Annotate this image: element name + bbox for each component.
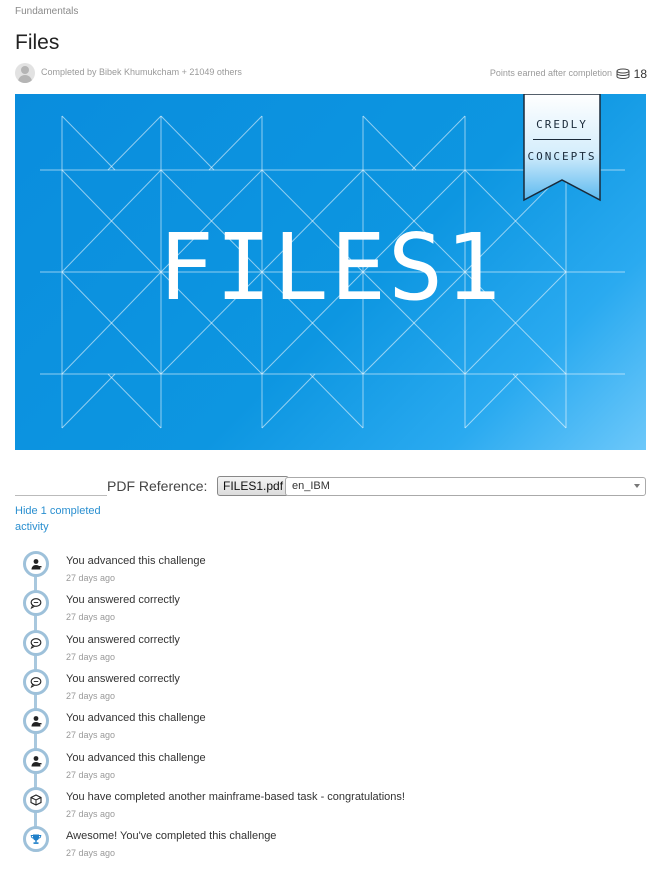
ribbon-divider: [533, 139, 591, 140]
timeline-node: [23, 668, 49, 695]
page-title: Files: [15, 31, 60, 54]
activity-item: You advanced this challenge 27 days ago: [20, 706, 640, 742]
activity-text: You have completed another mainframe-bas…: [66, 790, 405, 803]
activity-text: You answered correctly: [66, 633, 180, 646]
timeline-node: [23, 590, 49, 617]
activity-text: You answered correctly: [66, 594, 180, 607]
timeline-node: [23, 747, 49, 774]
activity-text: You advanced this challenge: [66, 751, 206, 764]
activity-text: Awesome! You've completed this challenge: [66, 830, 277, 843]
activity-text: You advanced this challenge: [66, 712, 206, 725]
activity-time: 27 days ago: [66, 690, 116, 701]
activity-time: 27 days ago: [66, 651, 116, 662]
activity-item: You answered correctly 27 days ago: [20, 628, 640, 664]
activity-time: 27 days ago: [66, 808, 116, 819]
activity-item: Awesome! You've completed this challenge…: [20, 824, 640, 860]
activity-text: You answered correctly: [66, 672, 180, 685]
ribbon-credly-text: CREDLY: [536, 118, 588, 131]
pdf-reference-label: PDF Reference:: [107, 478, 208, 494]
language-select[interactable]: en_IBM: [285, 477, 646, 496]
activity-item: You answered correctly 27 days ago: [20, 588, 640, 624]
breadcrumb[interactable]: Fundamentals: [15, 6, 78, 17]
timeline-node: [23, 826, 49, 853]
completion-meta: Completed by Bibek Khumukcham + 21049 ot…: [15, 62, 647, 84]
hide-completed-activity-link[interactable]: Hide 1 completed activity: [15, 503, 115, 535]
activity-item: You have completed another mainframe-bas…: [20, 785, 640, 821]
timeline-node: [23, 629, 49, 656]
pdf-underline: [15, 495, 107, 496]
language-select-value: en_IBM: [292, 480, 330, 492]
timeline-node: [23, 708, 49, 735]
credly-ribbon: [523, 94, 601, 202]
chevron-down-icon: [634, 484, 640, 488]
points-value: 18: [633, 67, 647, 81]
activity-item: You advanced this challenge 27 days ago: [20, 746, 640, 782]
ribbon-concepts-text: CONCEPTS: [527, 150, 597, 163]
coins-icon: [616, 68, 630, 80]
activity-time: 27 days ago: [66, 573, 116, 583]
activity-item: You answered correctly 27 days ago: [20, 667, 640, 703]
activity-item: You advanced this challenge 27 days ago: [20, 549, 640, 585]
activity-time: 27 days ago: [66, 769, 116, 780]
activity-text: You advanced this challenge: [66, 555, 206, 567]
avatar: [15, 63, 35, 83]
activity-time: 27 days ago: [66, 848, 116, 859]
pdf-reference-row: PDF Reference: FILES1.pdf en_IBM: [15, 476, 647, 498]
timeline-node: [23, 551, 49, 577]
timeline-node: [23, 786, 49, 813]
activity-time: 27 days ago: [66, 612, 116, 623]
completed-by-text[interactable]: Completed by Bibek Khumukcham + 21049 ot…: [41, 67, 242, 77]
challenge-banner: FILES1 CREDLY CONCEPTS: [15, 94, 646, 450]
banner-title: FILES1: [158, 214, 503, 321]
points-label: Points earned after completion: [489, 68, 612, 78]
activity-time: 27 days ago: [66, 730, 116, 741]
pdf-download-button[interactable]: FILES1.pdf: [217, 476, 290, 496]
